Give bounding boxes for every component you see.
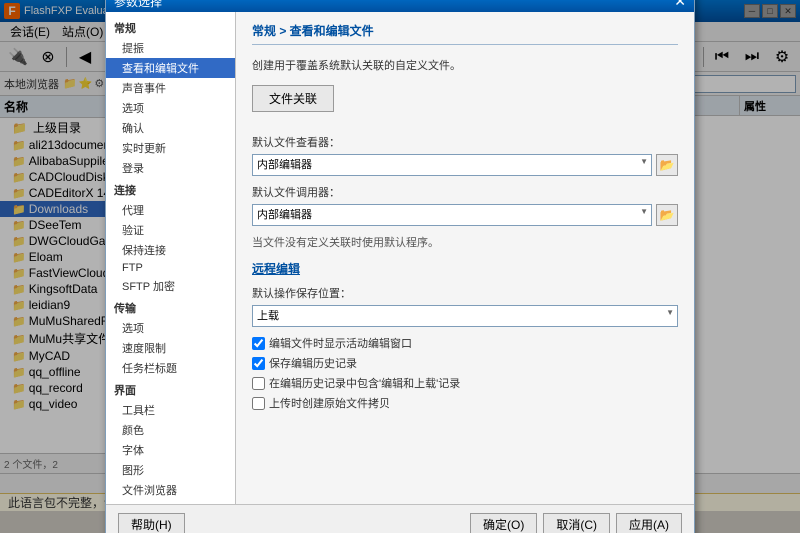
checkbox-label-3: 在编辑历史记录中包含'编辑和上载'记录 xyxy=(269,375,460,391)
dialog-body: 常规 提振 查看和编辑文件 声音事件 选项 确认 实时更新 登录 连接 代理 验… xyxy=(106,12,694,504)
nav-item-transfer-options[interactable]: 选项 xyxy=(106,318,235,338)
remote-save-select-wrapper: 上载 xyxy=(252,305,678,327)
nav-item-font[interactable]: 字体 xyxy=(106,440,235,460)
nav-section-transfer: 传输 xyxy=(106,296,235,318)
viewer-row: 内部编辑器 📂 xyxy=(252,154,678,176)
checkbox-show-edit-window[interactable] xyxy=(252,337,265,350)
nav-item-sftp[interactable]: SFTP 加密 xyxy=(106,276,235,296)
editor-select-wrapper: 内部编辑器 xyxy=(252,204,652,226)
nav-item-keepalive[interactable]: 保持连接 xyxy=(106,240,235,260)
checkbox-row-2: 保存编辑历史记录 xyxy=(252,355,678,371)
params-dialog: 参数选择 ✕ 常规 提振 查看和编辑文件 声音事件 选项 确认 实时更新 登录 … xyxy=(105,0,695,533)
nav-item-toolbar[interactable]: 工具栏 xyxy=(106,400,235,420)
nav-item-auth[interactable]: 验证 xyxy=(106,220,235,240)
dialog-content: 常规 > 查看和编辑文件 创建用于覆盖系统默认关联的自定义文件。 文件关联 默认… xyxy=(236,12,694,504)
editor-label: 默认文件调用器： xyxy=(252,184,678,200)
ok-button[interactable]: 确定(O) xyxy=(470,513,537,533)
dialog-title-bar: 参数选择 ✕ xyxy=(106,0,694,12)
nav-item-colors[interactable]: 颜色 xyxy=(106,420,235,440)
viewer-label: 默认文件查看器： xyxy=(252,134,678,150)
nav-section-general: 常规 xyxy=(106,16,235,38)
remote-edit-label: 远程编辑 xyxy=(252,260,678,277)
apply-button[interactable]: 应用(A) xyxy=(616,513,682,533)
modal-overlay: 参数选择 ✕ 常规 提振 查看和编辑文件 声音事件 选项 确认 实时更新 登录 … xyxy=(0,0,800,533)
nav-item-ftp[interactable]: FTP xyxy=(106,260,235,276)
viewer-select-wrapper: 内部编辑器 xyxy=(252,154,652,176)
editor-select[interactable]: 内部编辑器 xyxy=(252,204,652,226)
checkbox-row-1: 编辑文件时显示活动编辑窗口 xyxy=(252,335,678,351)
remote-save-row: 上载 xyxy=(252,305,678,327)
help-button[interactable]: 帮助(H) xyxy=(118,513,185,533)
editor-browse-button[interactable]: 📂 xyxy=(656,204,678,226)
nav-item-view-edit[interactable]: 查看和编辑文件 xyxy=(106,58,235,78)
remote-save-label: 默认操作保存位置： xyxy=(252,285,678,301)
nav-item-proxy[interactable]: 代理 xyxy=(106,200,235,220)
section-description: 创建用于覆盖系统默认关联的自定义文件。 xyxy=(252,57,678,73)
nav-item-graphics[interactable]: 图形 xyxy=(106,460,235,480)
nav-section-ui: 界面 xyxy=(106,378,235,400)
file-assoc-button[interactable]: 文件关联 xyxy=(252,85,334,112)
nav-item-taskbar[interactable]: 任务栏标题 xyxy=(106,358,235,378)
nav-item-options[interactable]: 选项 xyxy=(106,98,235,118)
nav-item-sound[interactable]: 声音事件 xyxy=(106,78,235,98)
checkbox-save-history[interactable] xyxy=(252,357,265,370)
editor-row: 内部编辑器 📂 xyxy=(252,204,678,226)
viewer-select[interactable]: 内部编辑器 xyxy=(252,154,652,176)
dialog-title-text: 参数选择 xyxy=(114,0,162,10)
hint-text: 当文件没有定义关联时使用默认程序。 xyxy=(252,234,678,250)
checkbox-include-upload[interactable] xyxy=(252,377,265,390)
checkbox-label-4: 上传时创建原始文件拷贝 xyxy=(269,395,390,411)
cancel-button[interactable]: 取消(C) xyxy=(543,513,610,533)
nav-item-file-browser[interactable]: 文件浏览器 xyxy=(106,480,235,500)
checkbox-label-2: 保存编辑历史记录 xyxy=(269,355,357,371)
dialog-nav: 常规 提振 查看和编辑文件 声音事件 选项 确认 实时更新 登录 连接 代理 验… xyxy=(106,12,236,504)
nav-item-live-update[interactable]: 实时更新 xyxy=(106,138,235,158)
checkbox-label-1: 编辑文件时显示活动编辑窗口 xyxy=(269,335,412,351)
dialog-close-button[interactable]: ✕ xyxy=(674,0,686,10)
nav-item-speed-limit[interactable]: 速度限制 xyxy=(106,338,235,358)
dialog-footer: 帮助(H) 确定(O) 取消(C) 应用(A) xyxy=(106,504,694,533)
remote-save-select[interactable]: 上载 xyxy=(252,305,678,327)
viewer-browse-button[interactable]: 📂 xyxy=(656,154,678,176)
checkbox-create-backup[interactable] xyxy=(252,397,265,410)
checkbox-row-3: 在编辑历史记录中包含'编辑和上载'记录 xyxy=(252,375,678,391)
checkbox-row-4: 上传时创建原始文件拷贝 xyxy=(252,395,678,411)
nav-item-confirm[interactable]: 确认 xyxy=(106,118,235,138)
nav-item-vibration[interactable]: 提振 xyxy=(106,38,235,58)
nav-section-connection: 连接 xyxy=(106,178,235,200)
section-title: 常规 > 查看和编辑文件 xyxy=(252,22,678,45)
nav-item-login[interactable]: 登录 xyxy=(106,158,235,178)
